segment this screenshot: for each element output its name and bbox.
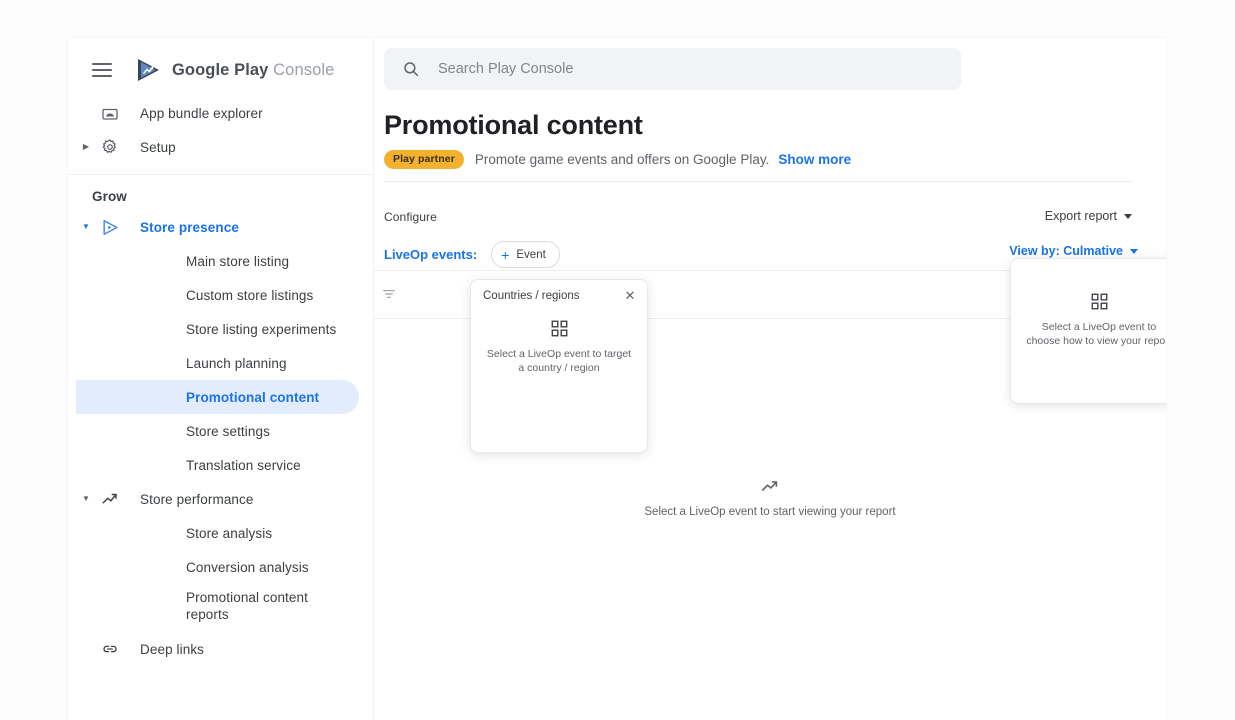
hamburger-menu-icon[interactable]: [92, 63, 112, 77]
export-report-button[interactable]: Export report: [1045, 209, 1132, 223]
search-icon: [402, 60, 420, 78]
sidebar-divider: [68, 174, 373, 175]
main-content: Promotional content Play partner Promote…: [374, 38, 1166, 720]
app-bundle-icon: [98, 101, 122, 125]
sidebar-item-label: App bundle explorer: [140, 105, 263, 121]
configure-label: Configure: [384, 210, 437, 224]
sidebar-item-label: Translation service: [186, 457, 301, 473]
sidebar-item-label: Store performance: [140, 491, 254, 507]
chevron-down-icon: [1130, 248, 1138, 254]
countries-regions-popover: Countries / regions ✕ Select a LiveOp ev…: [470, 279, 648, 453]
chevron-right-icon[interactable]: ▶: [78, 143, 94, 151]
sidebar-item-label: Store analysis: [186, 525, 273, 541]
brand-title-bold: Google Play: [172, 60, 269, 79]
brand-title: Google Play Console: [172, 61, 334, 80]
brand-row: Google Play Console: [68, 50, 373, 90]
sidebar-item-label: Store settings: [186, 423, 270, 439]
sidebar-item-store-listing-experiments[interactable]: Store listing experiments: [76, 312, 359, 346]
page-subtitle-row: Play partner Promote game events and off…: [384, 150, 851, 169]
sidebar-item-label: Conversion analysis: [186, 559, 309, 575]
sidebar-item-label: Setup: [140, 139, 176, 155]
sidebar-item-main-store-listing[interactable]: Main store listing: [76, 244, 359, 278]
sidebar-item-label: Custom store listings: [186, 287, 314, 303]
sidebar-item-promotional-content-reports[interactable]: Promotional content reports: [76, 584, 359, 628]
liveop-events-label: LiveOp events:: [384, 247, 478, 262]
trending-up-icon: [98, 487, 122, 511]
popover-header: Countries / regions ✕: [483, 289, 637, 303]
export-report-label: Export report: [1044, 209, 1117, 223]
sidebar: Google Play Console App bundle explorer: [68, 38, 374, 720]
chevron-down-icon[interactable]: ▼: [78, 223, 94, 231]
sidebar-item-store-performance[interactable]: ▼ Store performance: [76, 482, 359, 516]
sidebar-item-label: Promotional content: [186, 389, 320, 405]
view-by-button[interactable]: View by: Culmative: [1009, 244, 1138, 258]
sidebar-item-label: Main store listing: [186, 253, 290, 269]
sidebar-item-store-analysis[interactable]: Store analysis: [76, 516, 359, 550]
report-empty-state: Select a LiveOp event to start viewing y…: [374, 478, 1166, 518]
popover-empty-text: Select a LiveOp event to target a countr…: [486, 348, 632, 374]
popover-empty-state: Select a LiveOp event to choose how to v…: [1011, 293, 1166, 348]
view-by-popover: Select a LiveOp event to choose how to v…: [1010, 258, 1166, 404]
sidebar-item-translation-service[interactable]: Translation service: [76, 448, 359, 482]
sidebar-item-promotional-content[interactable]: Promotional content: [76, 380, 359, 414]
brand-title-light: Console: [273, 60, 335, 79]
close-icon[interactable]: ✕: [623, 289, 637, 303]
trending-up-icon: [760, 478, 780, 494]
filter-funnel-icon[interactable]: [381, 286, 397, 302]
view-by-label: View by: Culmative: [1009, 244, 1123, 258]
sidebar-item-store-settings[interactable]: Store settings: [76, 414, 359, 448]
sidebar-item-deep-links[interactable]: Deep links: [76, 632, 359, 666]
status-badge: Play partner: [384, 150, 464, 169]
sidebar-item-label: Deep links: [140, 641, 205, 657]
play-console-app: Google Play Console App bundle explorer: [68, 38, 1166, 720]
chevron-down-icon[interactable]: ▼: [78, 495, 94, 503]
popover-empty-state: Select a LiveOp event to target a countr…: [471, 320, 647, 375]
page-title: Promotional content: [384, 110, 643, 140]
sidebar-item-label: Launch planning: [186, 355, 287, 371]
screenshot-root: Google Play Console App bundle explorer: [0, 0, 1235, 720]
gear-icon: [98, 135, 122, 159]
sidebar-item-label: Promotional content reports: [186, 590, 308, 622]
add-event-label: Event: [516, 248, 546, 261]
search-bar[interactable]: [384, 48, 961, 90]
link-icon: [98, 637, 122, 661]
plus-icon: +: [501, 246, 510, 263]
google-play-console-logo-icon: [136, 57, 164, 83]
header-divider: [384, 181, 1132, 182]
add-event-button[interactable]: + Event: [491, 241, 560, 268]
sidebar-item-setup[interactable]: ▶ Setup: [76, 130, 359, 164]
grid-2x2-icon: [551, 320, 568, 337]
search-input[interactable]: [436, 60, 920, 78]
page-description: Promote game events and offers on Google…: [474, 152, 770, 167]
popover-title: Countries / regions: [483, 290, 580, 302]
chevron-down-icon: [1124, 213, 1132, 219]
report-empty-text: Select a LiveOp event to start viewing y…: [644, 506, 896, 518]
sidebar-item-app-bundle-explorer[interactable]: App bundle explorer: [76, 96, 359, 130]
sidebar-item-label: Store presence: [140, 219, 239, 235]
sidebar-item-custom-store-listings[interactable]: Custom store listings: [76, 278, 359, 312]
show-more-link[interactable]: Show more: [778, 152, 851, 167]
sidebar-item-store-presence[interactable]: ▼ Store presence: [76, 210, 359, 244]
liveop-events-row: LiveOp events: + Event: [384, 241, 560, 268]
sidebar-section-grow: Grow: [92, 189, 127, 204]
sidebar-item-launch-planning[interactable]: Launch planning: [76, 346, 359, 380]
sidebar-top-group: App bundle explorer ▶ Setup Grow ▼ Store…: [68, 96, 373, 666]
play-triangle-icon: [98, 215, 122, 239]
sidebar-item-conversion-analysis[interactable]: Conversion analysis: [76, 550, 359, 584]
popover-empty-text: Select a LiveOp event to choose how to v…: [1026, 321, 1166, 347]
grid-2x2-icon: [1091, 293, 1108, 310]
sidebar-item-label: Store listing experiments: [186, 321, 337, 337]
